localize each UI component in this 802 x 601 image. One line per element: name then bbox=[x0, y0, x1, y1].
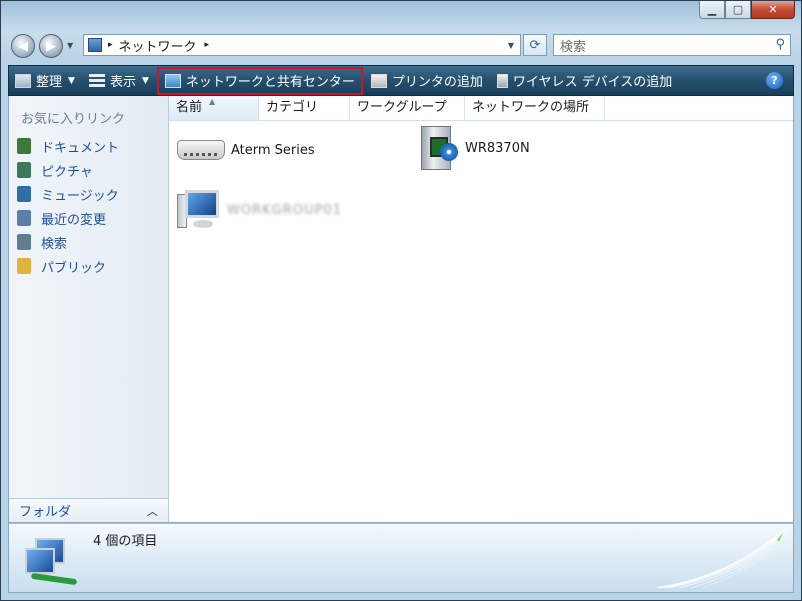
content-area: お気に入りリンク ドキュメント ピクチャ ミュージック 最近の変更 検索 パブリ… bbox=[8, 96, 794, 523]
network-item-label: WORKGROUP01 bbox=[227, 202, 342, 218]
search-icon[interactable]: ⚲ bbox=[775, 37, 785, 52]
explorer-window: ▁ ▢ ✕ ◀ ▶ ▼ ▸ ネットワーク ▸ ▼ ⟳ 検索 ⚲ 整理 ▼ 表示 bbox=[0, 0, 802, 601]
folders-label: フォルダ bbox=[19, 505, 72, 520]
column-category[interactable]: カテゴリ bbox=[259, 96, 350, 120]
search-folder-icon bbox=[17, 234, 31, 250]
column-workgroup-label: ワークグループ bbox=[357, 100, 447, 115]
forward-button[interactable]: ▶ bbox=[39, 34, 63, 58]
chevron-up-icon: ︿ bbox=[147, 504, 158, 518]
network-sharing-center-button[interactable]: ネットワークと共有センター bbox=[156, 66, 363, 95]
decorative-swoosh-icon bbox=[657, 529, 786, 588]
blank-region bbox=[403, 182, 621, 252]
command-bar: 整理 ▼ 表示 ▼ ネットワークと共有センター プリンタの追加 ワイヤレス デバ… bbox=[8, 65, 794, 96]
address-bar[interactable]: ▸ ネットワーク ▸ ▼ bbox=[83, 34, 521, 56]
column-name-label: 名前 bbox=[176, 100, 203, 115]
sidebar-item-label: 検索 bbox=[41, 236, 68, 252]
pictures-icon bbox=[17, 162, 31, 178]
breadcrumb-network[interactable]: ネットワーク bbox=[119, 36, 197, 55]
folders-toggle[interactable]: フォルダ ︿ bbox=[9, 498, 168, 522]
recent-changes-icon bbox=[17, 210, 31, 226]
column-headers: ▲ 名前 カテゴリ ワークグループ ネットワークの場所 bbox=[169, 96, 793, 121]
sidebar-item-label: ミュージック bbox=[41, 188, 119, 204]
network-item-aterm[interactable]: Aterm Series bbox=[177, 140, 315, 160]
network-item-label: WR8370N bbox=[465, 140, 530, 156]
sidebar-item-label: 最近の変更 bbox=[41, 212, 107, 228]
sidebar-item-documents[interactable]: ドキュメント bbox=[17, 134, 119, 158]
documents-icon bbox=[17, 138, 31, 154]
refresh-icon: ⟳ bbox=[529, 37, 541, 53]
search-placeholder: 検索 bbox=[560, 39, 587, 55]
close-icon[interactable]: ✕ bbox=[751, 1, 795, 19]
add-printer-button[interactable]: プリンタの追加 bbox=[365, 68, 489, 93]
view-label: 表示 bbox=[109, 75, 136, 90]
sidebar-item-pictures[interactable]: ピクチャ bbox=[17, 158, 119, 182]
refresh-button[interactable]: ⟳ bbox=[523, 34, 547, 56]
organize-button[interactable]: 整理 ▼ bbox=[9, 68, 81, 93]
organize-label: 整理 bbox=[36, 75, 63, 90]
breadcrumb-separator-icon[interactable]: ▸ bbox=[108, 40, 113, 50]
sidebar-item-music[interactable]: ミュージック bbox=[17, 182, 119, 206]
network-item-computer[interactable]: WORKGROUP01 bbox=[177, 190, 342, 230]
view-icon bbox=[88, 73, 105, 88]
minimize-icon[interactable]: ▁ bbox=[699, 1, 725, 19]
sidebar-item-label: ドキュメント bbox=[41, 140, 120, 156]
favorite-links-list: ドキュメント ピクチャ ミュージック 最近の変更 検索 パブリック bbox=[17, 134, 119, 278]
network-sharing-icon bbox=[164, 73, 181, 88]
sidebar-item-searches[interactable]: 検索 bbox=[17, 230, 119, 254]
forward-arrow-icon: ▶ bbox=[46, 38, 56, 54]
column-network-location[interactable]: ネットワークの場所 bbox=[465, 96, 605, 120]
back-button[interactable]: ◀ bbox=[11, 34, 35, 58]
sidebar-item-label: パブリック bbox=[41, 260, 107, 276]
add-wireless-device-button[interactable]: ワイヤレス デバイスの追加 bbox=[491, 68, 678, 93]
computer-icon bbox=[177, 190, 221, 230]
sidebar-item-public[interactable]: パブリック bbox=[17, 254, 119, 278]
view-dropdown-icon: ▼ bbox=[141, 75, 149, 86]
column-category-label: カテゴリ bbox=[266, 100, 319, 115]
recent-pages-dropdown[interactable]: ▼ bbox=[67, 41, 73, 50]
details-pane: 4 個の項目 bbox=[8, 523, 794, 593]
add-wireless-device-label: ワイヤレス デバイスの追加 bbox=[512, 75, 673, 90]
network-item-label: Aterm Series bbox=[231, 142, 315, 158]
maximize-icon[interactable]: ▢ bbox=[725, 1, 751, 19]
title-bar: ▁ ▢ ✕ bbox=[1, 1, 801, 27]
navigation-pane: お気に入りリンク ドキュメント ピクチャ ミュージック 最近の変更 検索 パブリ… bbox=[9, 96, 169, 522]
item-count: 4 個の項目 bbox=[93, 534, 158, 549]
network-item-wr8370n[interactable]: WR8370N bbox=[421, 126, 530, 170]
public-folder-icon bbox=[17, 258, 31, 274]
breadcrumb-separator-icon[interactable]: ▸ bbox=[205, 40, 210, 50]
router-icon bbox=[177, 140, 225, 160]
add-printer-label: プリンタの追加 bbox=[391, 75, 483, 90]
music-icon bbox=[17, 186, 31, 202]
column-workgroup[interactable]: ワークグループ bbox=[350, 96, 465, 120]
address-dropdown-icon[interactable]: ▼ bbox=[508, 41, 514, 50]
navigation-row: ◀ ▶ ▼ ▸ ネットワーク ▸ ▼ ⟳ 検索 ⚲ bbox=[1, 31, 801, 61]
wireless-device-icon bbox=[496, 73, 508, 88]
column-name[interactable]: ▲ 名前 bbox=[169, 96, 259, 120]
sidebar-item-recent-changes[interactable]: 最近の変更 bbox=[17, 206, 119, 230]
search-input[interactable]: 検索 ⚲ bbox=[553, 34, 791, 56]
network-computers-icon bbox=[21, 534, 81, 586]
column-network-location-label: ネットワークの場所 bbox=[472, 100, 590, 115]
file-list: ▲ 名前 カテゴリ ワークグループ ネットワークの場所 Aterm Series… bbox=[169, 96, 793, 522]
favorite-links-header: お気に入りリンク bbox=[21, 112, 126, 127]
caption-buttons: ▁ ▢ ✕ bbox=[699, 1, 795, 19]
sort-ascending-icon: ▲ bbox=[209, 97, 216, 106]
organize-icon bbox=[15, 73, 31, 88]
network-sharing-center-label: ネットワークと共有センター bbox=[185, 75, 355, 90]
help-icon[interactable]: ? bbox=[766, 72, 783, 89]
view-button[interactable]: 表示 ▼ bbox=[83, 68, 155, 93]
organize-dropdown-icon: ▼ bbox=[68, 75, 75, 86]
sidebar-item-label: ピクチャ bbox=[41, 164, 93, 180]
printer-icon bbox=[370, 73, 387, 88]
media-device-icon bbox=[421, 126, 458, 170]
network-location-icon bbox=[88, 38, 102, 52]
back-arrow-icon: ◀ bbox=[18, 38, 28, 54]
